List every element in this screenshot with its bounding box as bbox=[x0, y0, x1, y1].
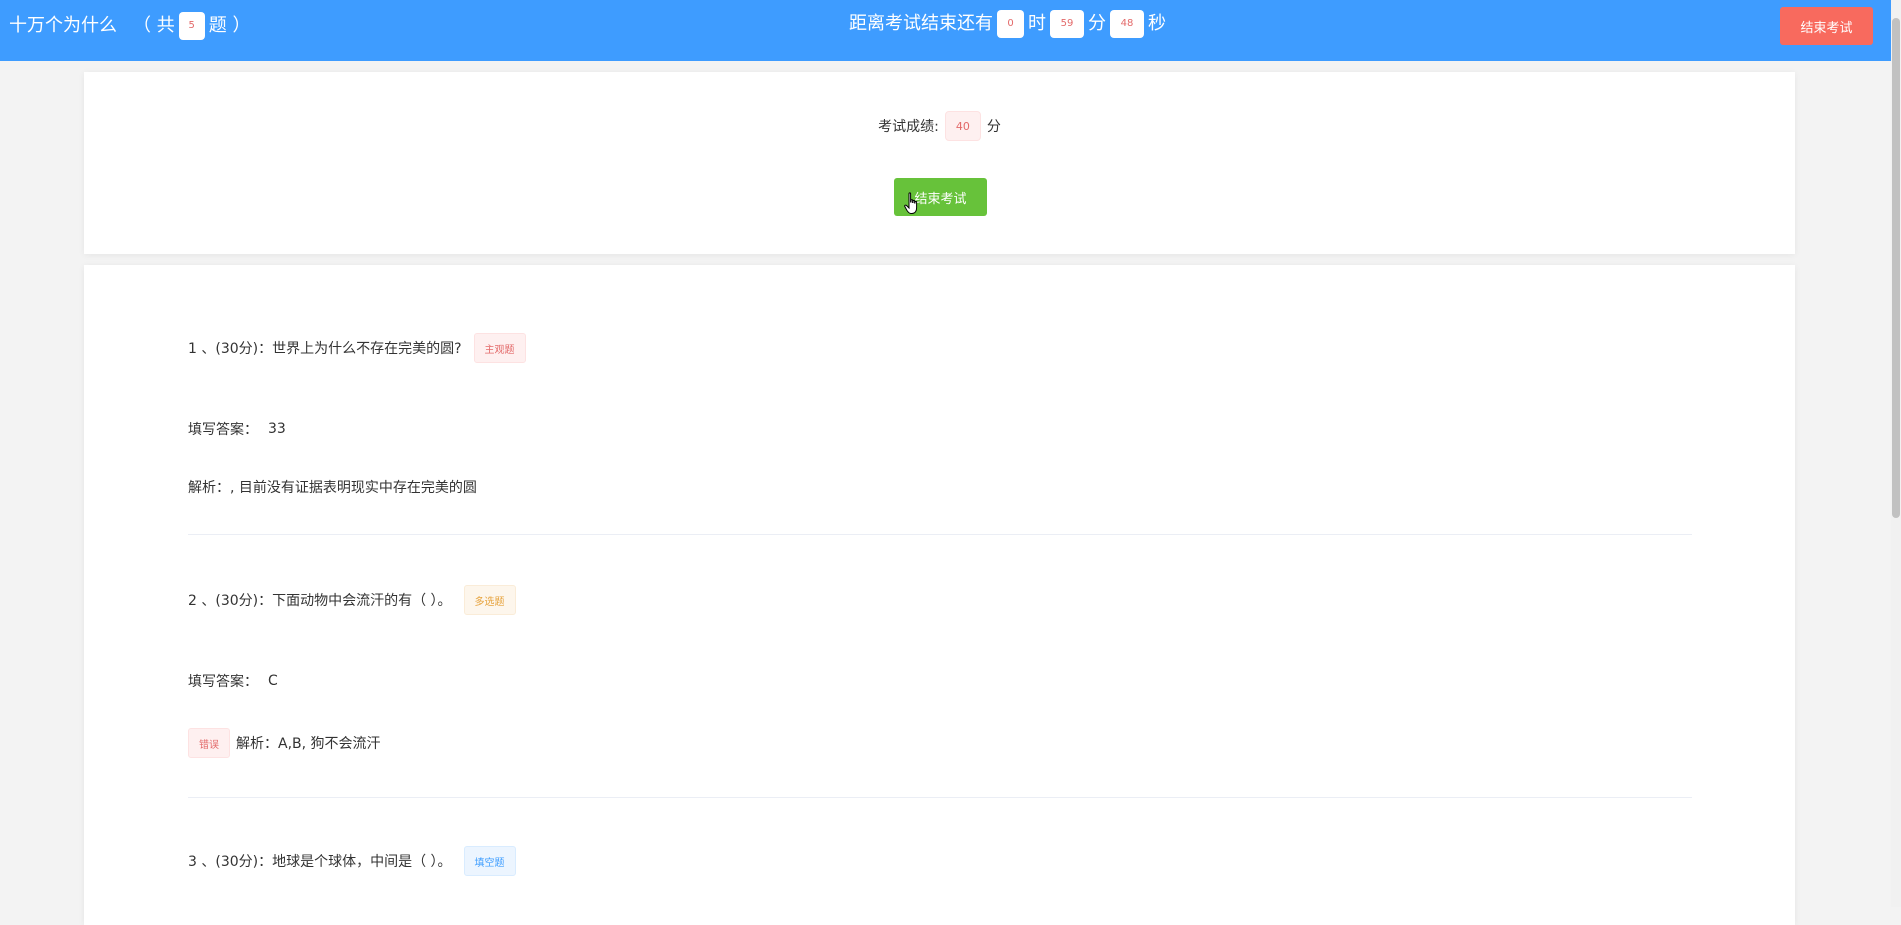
question-2-title: 2 、(30分)：下面动物中会流汗的有（ ）。 bbox=[188, 593, 452, 609]
question-1-answer-label: 填写答案： bbox=[188, 422, 258, 438]
question-1-title-row: 1 、(30分)：世界上为什么不存在完美的圆? 主观题 bbox=[188, 333, 526, 363]
end-exam-button[interactable]: 结束考试 bbox=[1780, 7, 1873, 45]
exam-title: 十万个为什么 bbox=[9, 15, 117, 36]
scrollbar-thumb[interactable] bbox=[1892, 18, 1900, 518]
exam-title-bar: 十万个为什么 （ 共 5 题 ） bbox=[9, 12, 250, 40]
question-3-type-tag: 填空题 bbox=[463, 846, 516, 876]
question-2-title-row: 2 、(30分)：下面动物中会流汗的有（ ）。 多选题 bbox=[188, 585, 516, 615]
question-count-suffix: 题 ） bbox=[208, 15, 251, 36]
minutes-unit: 分 bbox=[1088, 13, 1106, 34]
page-scrollbar[interactable] bbox=[1891, 0, 1901, 907]
question-1-answer-row: 填写答案： 33 bbox=[188, 419, 286, 439]
seconds-unit: 秒 bbox=[1148, 13, 1166, 34]
question-2-analysis: 解析：A,B, 狗不会流汗 bbox=[236, 736, 381, 752]
question-2-analysis-row: 错误 解析：A,B, 狗不会流汗 bbox=[188, 728, 381, 758]
question-3-title-row: 3 、(30分)：地球是个球体，中间是（ ）。 填空题 bbox=[188, 846, 516, 876]
timer-label: 距离考试结束还有 bbox=[849, 13, 993, 34]
question-count-prefix: （ 共 bbox=[133, 15, 175, 36]
question-2-answer: C bbox=[268, 673, 278, 689]
hours-badge: 0 bbox=[997, 10, 1024, 38]
question-2-type-tag: 多选题 bbox=[463, 585, 516, 615]
minutes-badge: 59 bbox=[1050, 10, 1084, 38]
question-1-title: 1 、(30分)：世界上为什么不存在完美的圆? bbox=[188, 341, 462, 357]
wrong-answer-tag: 错误 bbox=[188, 728, 230, 758]
divider bbox=[188, 797, 1692, 798]
hours-unit: 时 bbox=[1028, 13, 1046, 34]
question-2-answer-label: 填写答案： bbox=[188, 674, 258, 690]
countdown-timer: 距离考试结束还有 0 时 59 分 48 秒 bbox=[849, 10, 1166, 38]
question-1-analysis: 解析：, 目前没有证据表明现实中存在完美的圆 bbox=[188, 480, 477, 496]
score-card: 考试成绩: 40 分 bbox=[84, 72, 1795, 254]
score-unit: 分 bbox=[986, 119, 1001, 135]
divider bbox=[188, 534, 1692, 535]
seconds-badge: 48 bbox=[1110, 10, 1144, 38]
score-line: 考试成绩: 40 分 bbox=[84, 111, 1795, 141]
hand-cursor-icon bbox=[904, 192, 918, 214]
question-count-badge: 5 bbox=[178, 12, 205, 40]
score-value-badge: 40 bbox=[944, 111, 981, 141]
top-bar: 十万个为什么 （ 共 5 题 ） 距离考试结束还有 0 时 59 分 48 秒 … bbox=[0, 0, 1891, 61]
question-3-title: 3 、(30分)：地球是个球体，中间是（ ）。 bbox=[188, 854, 452, 870]
score-label: 考试成绩: bbox=[878, 119, 939, 135]
question-1-answer: 33 bbox=[268, 421, 286, 437]
question-1-type-tag: 主观题 bbox=[473, 333, 526, 363]
question-2-answer-row: 填写答案： C bbox=[188, 671, 278, 691]
